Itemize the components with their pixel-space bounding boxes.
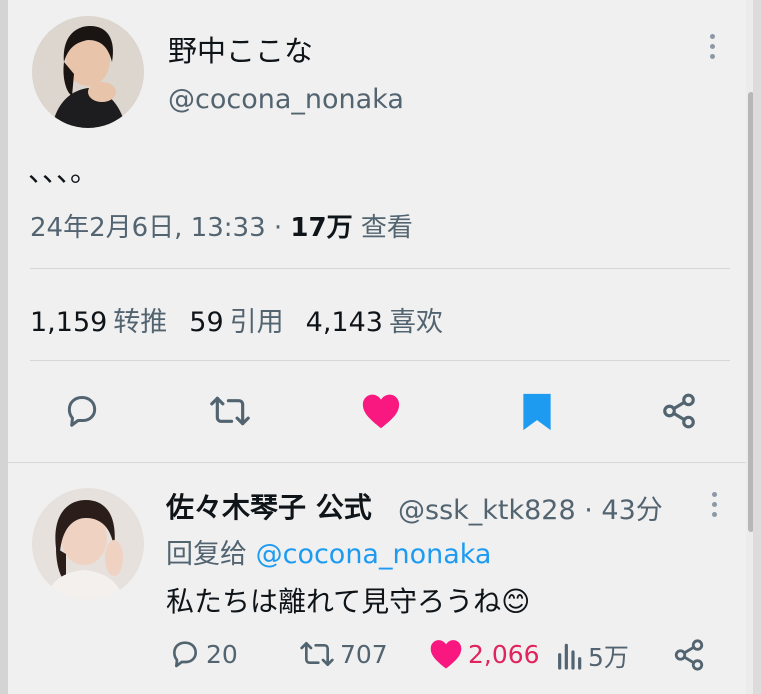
retweets-stat[interactable]: 1,159 转推: [30, 307, 189, 338]
retweet-icon[interactable]: [208, 392, 252, 430]
more-options-icon[interactable]: [703, 30, 723, 64]
bookmark-icon[interactable]: [520, 392, 554, 432]
reply-text: 私たちは離れて見守ろうね😊: [166, 580, 530, 620]
divider: [30, 268, 730, 269]
share-icon: [674, 639, 704, 671]
divider: [8, 462, 746, 463]
reply-views-count: 5万: [588, 643, 629, 672]
tweet-text: 、、、。: [28, 155, 99, 188]
views-label: 查看: [352, 213, 413, 243]
reply-icon[interactable]: [62, 392, 102, 430]
reply-author-name[interactable]: 佐々木琴子 公式: [166, 486, 372, 526]
smiling-face-emoji: 😊: [501, 585, 531, 618]
reply-share-button[interactable]: [672, 638, 706, 672]
reply-views-button[interactable]: 5万: [554, 638, 629, 674]
share-icon[interactable]: [660, 392, 698, 430]
reply-time[interactable]: · 43分: [576, 495, 663, 526]
reply-replies-count: 20: [206, 639, 238, 669]
reply-icon: [173, 641, 197, 668]
reply-retweets-count: 707: [340, 639, 388, 669]
author-avatar[interactable]: [32, 16, 144, 128]
tweet-meta: 24年2月6日, 13:33 · 17万 查看: [30, 207, 413, 244]
replying-to-handle[interactable]: @cocona_nonaka: [256, 539, 492, 570]
views-count: 17万: [290, 213, 353, 243]
quotes-stat[interactable]: 59 引用: [189, 307, 305, 338]
replying-to: 回复给 @cocona_nonaka: [166, 532, 491, 571]
heart-icon[interactable]: [360, 392, 402, 430]
reply-reply-button[interactable]: 20: [168, 638, 238, 670]
window-frame-right: [753, 0, 761, 694]
reply-more-options-icon[interactable]: [705, 488, 725, 522]
tweet-stats: 1,159 转推 59 引用 4,143 喜欢: [30, 300, 465, 339]
reply-retweet-button[interactable]: 707: [298, 638, 388, 670]
reply-author-avatar[interactable]: [32, 488, 144, 600]
tweet-timestamp[interactable]: 24年2月6日, 13:33 ·: [30, 213, 290, 243]
window-frame-left: [0, 0, 8, 694]
reply-author-handle[interactable]: @ssk_ktk828: [398, 495, 576, 526]
reply-like-button[interactable]: 2,066: [428, 638, 540, 670]
likes-stat[interactable]: 4,143 喜欢: [306, 307, 465, 338]
views-chart-icon: [558, 643, 582, 670]
tweet-detail-card: 野中ここな @cocona_nonaka 、、、。 24年2月6日, 13:33…: [8, 0, 746, 694]
reply-text-body: 私たちは離れて見守ろうね: [166, 585, 502, 618]
heart-icon: [430, 640, 462, 669]
author-name[interactable]: 野中ここな: [168, 28, 313, 70]
retweet-icon: [300, 642, 334, 666]
author-handle[interactable]: @cocona_nonaka: [168, 84, 404, 115]
divider: [30, 360, 730, 361]
replying-to-label: 回复给: [166, 539, 256, 570]
reply-likes-count: 2,066: [468, 639, 540, 669]
reply-author-meta: @ssk_ktk828 · 43分: [398, 488, 663, 527]
